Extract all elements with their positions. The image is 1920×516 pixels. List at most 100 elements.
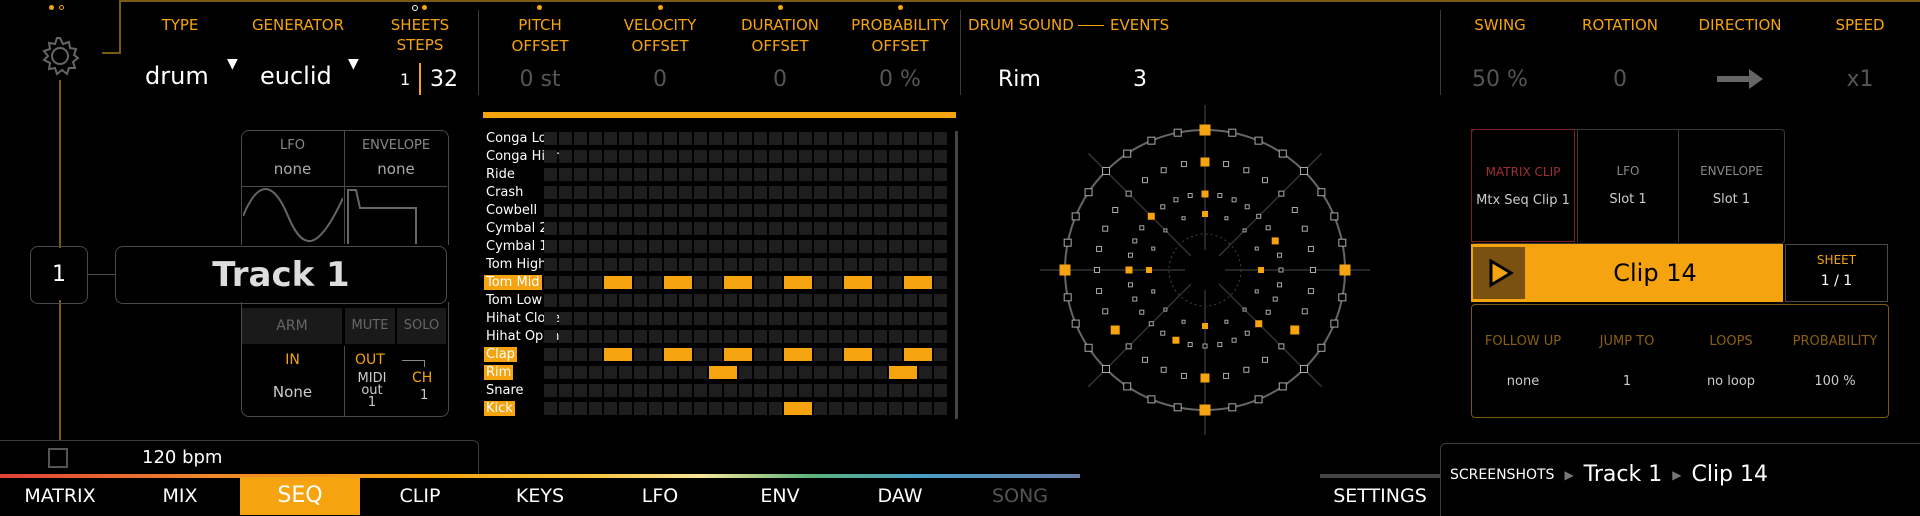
- step-cell[interactable]: [724, 204, 737, 217]
- step-cell[interactable]: [919, 168, 932, 181]
- steps-value[interactable]: 32: [430, 67, 458, 92]
- step-cell[interactable]: [649, 384, 662, 397]
- step-cell[interactable]: [829, 204, 842, 217]
- tab-keys[interactable]: KEYS: [480, 477, 600, 515]
- step-cell[interactable]: [589, 330, 602, 343]
- step-cell[interactable]: [709, 150, 722, 163]
- row-label[interactable]: Tom High: [484, 257, 548, 272]
- step-cell[interactable]: [634, 294, 647, 307]
- step-cell[interactable]: [574, 402, 587, 415]
- step-cell[interactable]: [634, 348, 647, 361]
- bpm-value[interactable]: 120 bpm: [142, 447, 222, 468]
- step-cell[interactable]: [694, 258, 707, 271]
- step-cell[interactable]: [559, 132, 572, 145]
- step-cell[interactable]: [574, 384, 587, 397]
- step-cell[interactable]: [874, 276, 887, 289]
- step-cell[interactable]: [574, 348, 587, 361]
- step-cell[interactable]: [619, 330, 632, 343]
- step-cell[interactable]: [829, 258, 842, 271]
- step-cell[interactable]: [874, 168, 887, 181]
- step-cell[interactable]: [604, 366, 617, 379]
- step-cell[interactable]: [604, 204, 617, 217]
- step-cell[interactable]: [829, 366, 842, 379]
- step-cell[interactable]: [649, 294, 662, 307]
- step-cell[interactable]: [604, 240, 617, 253]
- step-cell[interactable]: [919, 402, 932, 415]
- step-cell[interactable]: [784, 258, 797, 271]
- step-cell[interactable]: [679, 330, 692, 343]
- step-cell[interactable]: [784, 312, 797, 325]
- step-cell[interactable]: [799, 258, 812, 271]
- step-cell[interactable]: [784, 276, 797, 289]
- step-cell[interactable]: [769, 168, 782, 181]
- step-cell[interactable]: [589, 348, 602, 361]
- probability-value[interactable]: 0 %: [845, 67, 955, 92]
- step-cell[interactable]: [799, 294, 812, 307]
- step-cell[interactable]: [754, 240, 767, 253]
- step-cell[interactable]: [664, 330, 677, 343]
- step-cell[interactable]: [544, 222, 557, 235]
- step-cell[interactable]: [829, 348, 842, 361]
- step-cell[interactable]: [769, 222, 782, 235]
- breadcrumb-track[interactable]: Track 1: [1584, 462, 1663, 487]
- step-cell[interactable]: [619, 402, 632, 415]
- step-cell[interactable]: [934, 222, 947, 235]
- step-cell[interactable]: [709, 402, 722, 415]
- step-cell[interactable]: [574, 186, 587, 199]
- step-cell[interactable]: [589, 366, 602, 379]
- step-cell[interactable]: [574, 132, 587, 145]
- step-cell[interactable]: [754, 312, 767, 325]
- step-cell[interactable]: [784, 132, 797, 145]
- step-cell[interactable]: [874, 204, 887, 217]
- step-cell[interactable]: [844, 204, 857, 217]
- track-envelope-value[interactable]: none: [345, 160, 447, 178]
- step-cell[interactable]: [634, 132, 647, 145]
- step-cell[interactable]: [709, 240, 722, 253]
- step-cell[interactable]: [559, 384, 572, 397]
- step-cell[interactable]: [619, 312, 632, 325]
- step-cell[interactable]: [544, 312, 557, 325]
- step-cell[interactable]: [544, 204, 557, 217]
- step-cell[interactable]: [634, 186, 647, 199]
- step-cell[interactable]: [874, 348, 887, 361]
- step-cell[interactable]: [604, 168, 617, 181]
- step-cell[interactable]: [574, 330, 587, 343]
- step-cell[interactable]: [934, 168, 947, 181]
- step-cell[interactable]: [859, 150, 872, 163]
- step-cell[interactable]: [934, 312, 947, 325]
- step-cell[interactable]: [694, 366, 707, 379]
- step-cell[interactable]: [829, 132, 842, 145]
- velocity-value[interactable]: 0: [610, 67, 710, 92]
- step-cell[interactable]: [619, 168, 632, 181]
- step-cell[interactable]: [889, 222, 902, 235]
- step-cell[interactable]: [829, 312, 842, 325]
- clip-envelope-cell[interactable]: ENVELOPE Slot 1: [1678, 129, 1784, 242]
- step-cell[interactable]: [754, 348, 767, 361]
- tab-lfo[interactable]: LFO: [600, 477, 720, 515]
- step-cell[interactable]: [574, 366, 587, 379]
- step-cell[interactable]: [559, 402, 572, 415]
- step-cell[interactable]: [544, 330, 557, 343]
- step-cell[interactable]: [934, 186, 947, 199]
- step-cell[interactable]: [604, 294, 617, 307]
- step-cell[interactable]: [799, 240, 812, 253]
- row-label[interactable]: Rim: [484, 365, 514, 380]
- step-cell[interactable]: [844, 402, 857, 415]
- step-cell[interactable]: [844, 294, 857, 307]
- step-cell[interactable]: [604, 186, 617, 199]
- step-cell[interactable]: [649, 168, 662, 181]
- tab-daw[interactable]: DAW: [840, 477, 960, 515]
- step-cell[interactable]: [559, 294, 572, 307]
- step-cell[interactable]: [904, 132, 917, 145]
- step-cell[interactable]: [589, 204, 602, 217]
- step-cell[interactable]: [844, 258, 857, 271]
- step-cell[interactable]: [874, 222, 887, 235]
- step-cell[interactable]: [709, 168, 722, 181]
- play-icon[interactable]: [1473, 247, 1525, 299]
- step-cell[interactable]: [769, 312, 782, 325]
- step-cell[interactable]: [589, 402, 602, 415]
- step-cell[interactable]: [739, 168, 752, 181]
- step-cell[interactable]: [589, 168, 602, 181]
- step-cell[interactable]: [859, 186, 872, 199]
- step-cell[interactable]: [559, 312, 572, 325]
